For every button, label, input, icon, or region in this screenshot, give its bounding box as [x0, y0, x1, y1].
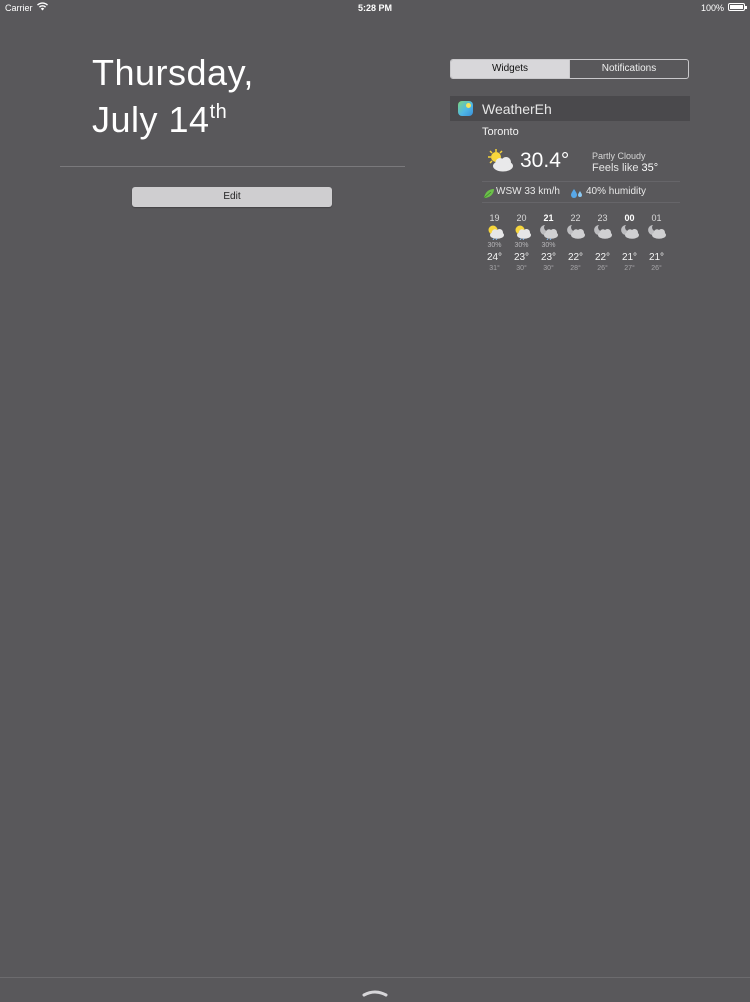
partly-cloudy-icon [485, 148, 515, 179]
date-suffix: th [209, 101, 228, 123]
city-name: Toronto [482, 126, 519, 138]
moon-cloud-icon [643, 224, 670, 241]
hour-column: 19 30% 24° 31° [481, 213, 508, 273]
date-text: July 14 [92, 99, 210, 140]
hour-temperature: 22° [594, 252, 611, 263]
hour-column: 01 21° 26° [643, 213, 670, 273]
hour-temperature: 21° [648, 252, 665, 263]
hour-column: 23 22° 26° [589, 213, 616, 273]
weathereh-app-icon [458, 101, 473, 116]
condition-text: Partly Cloudy [592, 151, 646, 161]
hour-feels-like: 31° [489, 265, 500, 272]
precip-chance [616, 241, 643, 250]
current-temperature: 30.4° [520, 149, 570, 172]
hour-label: 19 [489, 213, 500, 223]
hourly-forecast: 19 30% 24° 31° 20 30% 23° 30° 21 30% 23° 30° 22 22° 28… [481, 213, 681, 283]
grabber-handle-icon[interactable] [362, 984, 388, 1002]
hour-feels-like: 26° [597, 265, 608, 272]
moon-cloud-icon [616, 224, 643, 241]
hour-label: 20 [516, 213, 527, 223]
precip-chance: 30% [487, 242, 502, 249]
hour-label: 01 [651, 213, 662, 223]
status-time: 5:28 PM [357, 3, 392, 13]
battery-icon [728, 3, 747, 11]
sun-cloud-rain-icon [481, 224, 508, 241]
hour-column: 20 30% 23° 30° [508, 213, 535, 273]
moon-cloud-icon [589, 224, 616, 241]
divider [482, 181, 680, 182]
hour-label: 23 [597, 213, 608, 223]
moon-cloud-icon [562, 224, 589, 241]
hour-temperature: 23° [513, 252, 530, 263]
hour-feels-like: 26° [651, 265, 662, 272]
hour-feels-like: 30° [543, 265, 554, 272]
widget-header[interactable]: WeatherEh [450, 96, 690, 121]
hour-temperature: 22° [567, 252, 584, 263]
widget-title: WeatherEh [482, 101, 552, 117]
moon-cloud-rain-icon [535, 224, 562, 241]
precip-chance [589, 241, 616, 250]
sun-cloud-rain-icon [508, 224, 535, 241]
date-heading: July 14th [92, 99, 227, 141]
feels-like-label: Feels like [592, 162, 639, 174]
precip-chance [643, 241, 670, 250]
tab-notifications[interactable]: Notifications [569, 60, 688, 78]
feels-like-value: 35° [641, 162, 659, 174]
hour-temperature: 24° [486, 252, 503, 263]
hour-label: 00 [624, 213, 635, 223]
humidity-text: 40% humidity [586, 186, 647, 197]
hour-label: 21 [543, 213, 554, 223]
date-divider [60, 166, 405, 167]
weekday-heading: Thursday, [92, 52, 254, 93]
hour-feels-like: 27° [624, 265, 635, 272]
hour-label: 22 [570, 213, 581, 223]
edit-button[interactable]: Edit [132, 187, 332, 207]
view-segmented-control: Widgets Notifications [450, 59, 689, 79]
hour-column: 22 22° 28° [562, 213, 589, 273]
precip-chance [562, 241, 589, 250]
status-bar: Carrier 5:28 PM 100% [0, 0, 750, 16]
bottom-divider [0, 977, 750, 978]
hour-feels-like: 30° [516, 265, 527, 272]
tab-widgets[interactable]: Widgets [451, 60, 569, 78]
hour-column: 21 30% 23° 30° [535, 213, 562, 273]
hour-temperature: 21° [621, 252, 638, 263]
hour-column: 00 21° 27° [616, 213, 643, 273]
precip-chance: 30% [514, 242, 529, 249]
precip-chance: 30% [541, 242, 556, 249]
hour-feels-like: 28° [570, 265, 581, 272]
wind-text: WSW 33 km/h [496, 186, 560, 197]
hour-temperature: 23° [540, 252, 557, 263]
divider [482, 202, 680, 203]
battery-percentage: 100% [700, 3, 724, 13]
feels-like: Feels like 35° [592, 162, 658, 174]
